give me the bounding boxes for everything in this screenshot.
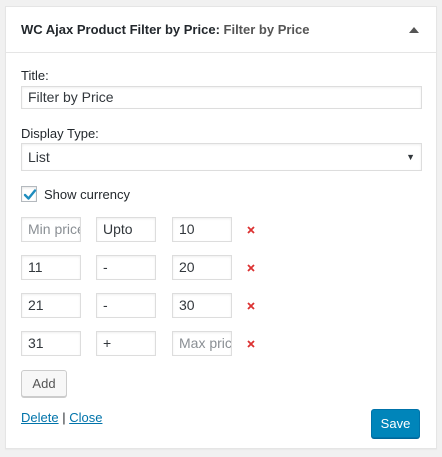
max-price-input[interactable]: 30 (172, 293, 232, 318)
display-type-value: List (28, 149, 50, 165)
widget-header[interactable]: WC Ajax Product Filter by Price: Filter … (6, 7, 436, 53)
widget-control-links: Delete | Close (21, 410, 102, 425)
title-label: Title: (21, 68, 49, 83)
close-link[interactable]: Close (69, 410, 102, 425)
widget-panel: WC Ajax Product Filter by Price: Filter … (5, 6, 437, 449)
save-button[interactable]: Save (371, 409, 420, 438)
show-currency-label: Show currency (44, 187, 130, 202)
max-price-input[interactable]: 10 (172, 217, 232, 242)
remove-icon[interactable] (246, 339, 256, 349)
min-price-input[interactable]: 11 (21, 255, 81, 280)
range-separator-input[interactable]: Upto (96, 217, 156, 242)
remove-icon[interactable] (246, 301, 256, 311)
min-price-input[interactable]: 31 (21, 331, 81, 356)
delete-link[interactable]: Delete (21, 410, 59, 425)
title-input[interactable]: Filter by Price (21, 86, 422, 109)
range-separator-input[interactable]: - (96, 293, 156, 318)
widget-title: WC Ajax Product Filter by Price: Filter … (21, 22, 310, 37)
collapse-arrow-icon[interactable] (406, 22, 422, 38)
remove-icon[interactable] (246, 263, 256, 273)
widget-title-main: WC Ajax Product Filter by Price (21, 22, 216, 37)
chevron-down-icon: ▼ (406, 152, 415, 162)
range-separator-input[interactable]: - (96, 255, 156, 280)
min-price-input[interactable]: Min price (21, 217, 81, 242)
add-range-button[interactable]: Add (21, 370, 67, 397)
widget-title-sub: Filter by Price (219, 22, 310, 37)
min-price-input[interactable]: 21 (21, 293, 81, 318)
show-currency-checkbox[interactable] (21, 186, 37, 202)
remove-icon[interactable] (246, 225, 256, 235)
max-price-input[interactable]: 20 (172, 255, 232, 280)
range-separator-input[interactable]: + (96, 331, 156, 356)
checkmark-icon (23, 189, 37, 200)
display-type-label: Display Type: (21, 126, 99, 141)
max-price-input[interactable]: Max price (172, 331, 232, 356)
display-type-select[interactable]: List ▼ (21, 143, 422, 171)
link-separator: | (58, 410, 70, 425)
